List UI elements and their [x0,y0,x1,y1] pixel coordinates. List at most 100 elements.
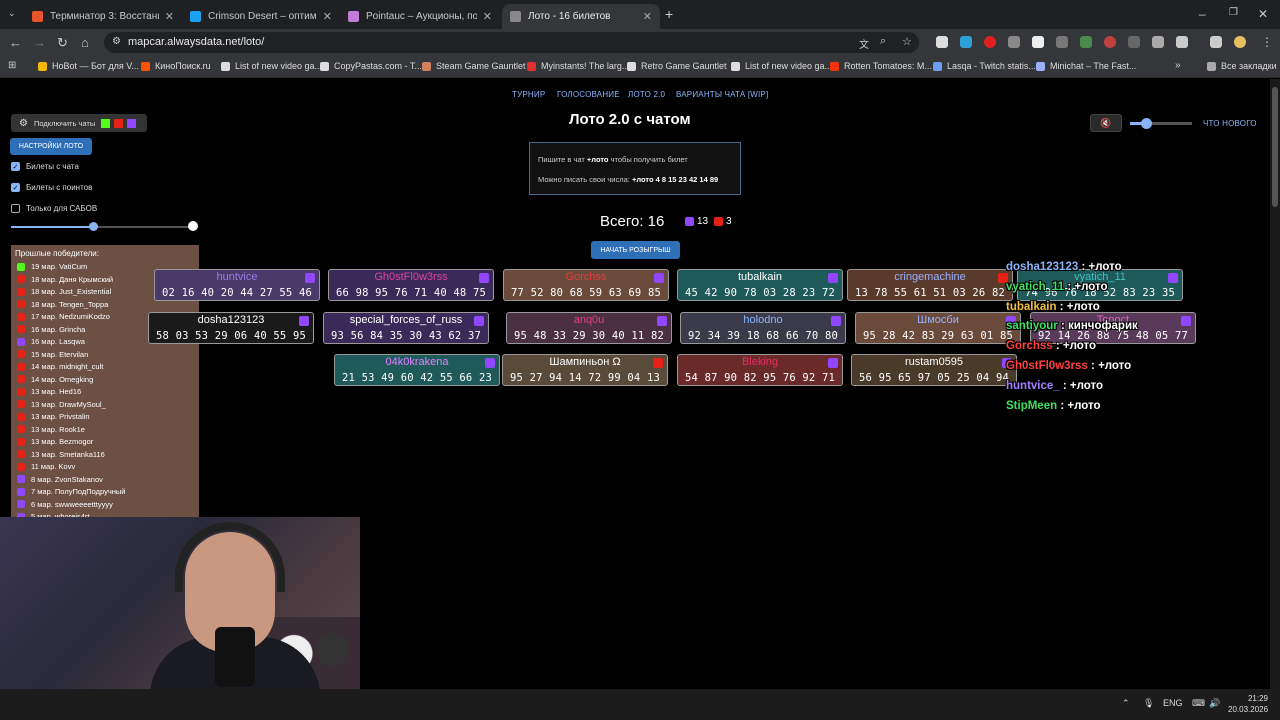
settings-slider[interactable] [11,221,198,231]
profile-avatar[interactable] [1234,36,1246,48]
bookmark-item[interactable]: КиноПоиск.ru [141,61,211,71]
extension-icon[interactable] [1032,36,1044,48]
nav-tournament[interactable]: ТУРНИР [512,90,545,99]
nav-voting[interactable]: ГОЛОСОВАНИЕ [557,90,620,99]
extensions-puzzle-icon[interactable] [1176,36,1188,48]
new-tab-button[interactable]: + [665,6,673,22]
extension-icon[interactable] [984,36,996,48]
chat-text: +лото [1067,399,1101,412]
bookmark-item[interactable]: List of new video ga... [221,61,322,71]
bookmark-item[interactable]: CopyPastas.com - T... [320,61,422,71]
chat-text: +лото [1088,261,1122,273]
bookmark-favicon-icon [141,61,150,71]
loto-settings-button[interactable]: НАСТРОЙКИ ЛОТО [10,138,92,155]
extension-icon[interactable] [1056,36,1068,48]
extension-icon[interactable] [1008,36,1020,48]
mic-icon[interactable]: 🎙 [1143,698,1154,709]
chat-text: +лото [1066,300,1100,313]
bookmark-item[interactable]: Rotten Tomatoes: M... [830,61,932,71]
volume-icon[interactable]: 🔊 [1209,698,1220,709]
winner-row: 18 мар. Tengen_Toppa [17,300,108,309]
extension-icon[interactable] [1080,36,1092,48]
start-draw-button[interactable]: НАЧАТЬ РОЗЫГРЫШ [591,241,680,259]
minimize-button[interactable]: – [1199,7,1206,21]
forward-icon[interactable]: → [33,35,46,50]
chat-separator: : [1057,399,1068,412]
checkbox[interactable]: ✓ [11,162,20,171]
bookmark-item[interactable]: HoBot — Бот для V... [38,61,139,71]
url-text[interactable]: mapcar.alwaysdata.net/loto/ [128,36,264,48]
mute-button[interactable]: 🔇 [1090,114,1122,132]
page-scrollbar[interactable] [1270,79,1280,689]
ticket-owner: holodno [743,314,783,326]
all-bookmarks[interactable]: Все закладки [1207,61,1277,71]
tab-pointauc[interactable]: Pointauc – Аукционы, потерен ✕ [340,4,500,29]
tray-overflow-icon[interactable]: ⌃ [1122,698,1130,709]
youtube-icon [17,462,25,471]
volume-slider[interactable] [1130,118,1192,129]
page-title: Лото 2.0 с чатом [569,111,691,128]
ticket-owner: rustam0595 [904,356,964,368]
close-tab-icon[interactable]: ✕ [483,10,492,23]
home-icon[interactable]: ⌂ [81,35,89,50]
winner-text: 13 мар. DrawMySoul_ [31,399,106,409]
option-chat-tickets[interactable]: ✓ Билеты с чата [11,162,79,171]
option-points-tickets[interactable]: ✓ Билеты с поинтов [11,183,92,192]
connect-chats-button[interactable]: ⚙ Подключить чаты [11,114,147,132]
close-tab-icon[interactable]: ✕ [323,10,332,23]
ticket-numbers: 95 28 42 83 29 63 01 85 [863,330,1013,342]
clock[interactable]: 21:29 20.03.2026 [1228,693,1268,715]
option-subs-only[interactable]: Только для САБОВ [11,204,97,213]
ticket-numbers: 58 03 53 29 06 40 55 95 [156,330,306,342]
bookmark-item[interactable]: Lasqa - Twitch statis... [933,61,1036,71]
ticket-owner: dosha123123 [197,314,265,326]
bookmark-item[interactable]: Myinstants! The larg... [527,61,629,71]
checkbox[interactable] [11,204,20,213]
bookmark-item[interactable]: List of new video ga... [731,61,832,71]
close-tab-icon[interactable]: ✕ [643,10,652,23]
checkbox[interactable]: ✓ [11,183,20,192]
whats-new-link[interactable]: ЧТО НОВОГО [1203,119,1257,128]
translate-icon[interactable]: 文 [859,36,869,51]
site-info-icon[interactable]: ⚙ [112,36,121,47]
extension-icon[interactable] [1104,36,1116,48]
language-indicator[interactable]: ENG [1163,698,1183,708]
network-icon[interactable]: ⌨ [1192,698,1205,709]
restore-button[interactable]: ❐ [1229,7,1238,18]
ticket-numbers: 93 56 84 35 30 43 62 37 [331,330,481,342]
close-tab-icon[interactable]: ✕ [165,10,174,23]
tab-loto[interactable]: Лото - 16 билетов ✕ [502,4,660,29]
scrollbar-thumb[interactable] [1272,87,1278,207]
bookmark-item[interactable]: Minichat – The Fast... [1036,61,1136,71]
winner-row: 13 мар. DrawMySoul_ [17,400,106,409]
close-window-button[interactable]: ✕ [1258,7,1268,21]
nav-chat-variants[interactable]: ВАРИАНТЫ ЧАТА [WIP] [676,90,768,99]
overlay-chat-message: Gh0stFl0w3rss : +лото [1006,360,1131,372]
slider-knob[interactable] [88,222,98,231]
ticket-card: dosha123123 58 03 53 29 06 40 55 95 [148,312,314,344]
bookmark-star-icon[interactable]: ☆ [902,35,912,48]
tab-search-button[interactable]: ⌄ [8,8,16,19]
bookmark-item[interactable]: Retro Game Gauntlet [627,61,727,71]
apps-grid-icon[interactable]: ⊞ [8,60,16,71]
nav-loto[interactable]: ЛОТО 2.0 [628,90,665,99]
extension-icon[interactable] [1128,36,1140,48]
omnibox[interactable]: ⚙ mapcar.alwaysdata.net/loto/ 文 ⌕ ☆ [104,32,919,53]
more-bookmarks-icon[interactable]: » [1175,60,1181,71]
extension-icon[interactable] [936,36,948,48]
volume-knob[interactable] [1140,118,1152,129]
extension-icon[interactable] [1152,36,1164,48]
tab-groups-icon[interactable] [1210,36,1222,48]
menu-icon[interactable]: ⋮ [1261,35,1273,49]
extension-icon[interactable] [960,36,972,48]
chat-username: dosha123123 [1006,261,1079,273]
bookmark-item[interactable]: Steam Game Gauntlet [422,61,526,71]
tab-terminator[interactable]: Терминатор 3: Восстание маш ✕ [24,4,182,29]
zoom-icon[interactable]: ⌕ [880,35,886,48]
twitch-icon [831,316,841,326]
winner-text: 14 мар. midnight_cult [31,362,104,371]
youtube-icon [17,437,25,446]
tab-crimson-desert[interactable]: Crimson Desert – оптимальны ✕ [182,4,340,29]
back-icon[interactable]: ← [9,35,22,50]
reload-icon[interactable]: ↻ [57,35,68,51]
